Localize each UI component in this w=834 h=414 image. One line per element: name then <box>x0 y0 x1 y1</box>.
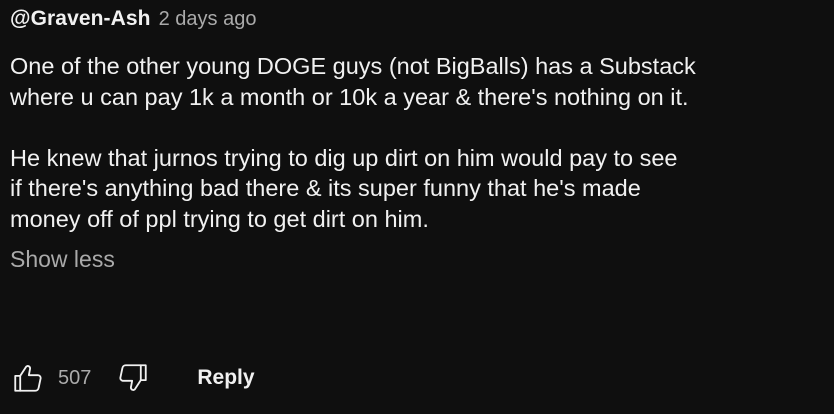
comment-line: He knew that jurnos trying to dig up dir… <box>10 144 678 171</box>
show-less-button[interactable]: Show less <box>10 246 115 273</box>
comment-header: @Graven-Ash 2 days ago <box>10 7 824 39</box>
thumbs-up-icon <box>14 365 42 392</box>
comment: @Graven-Ash 2 days ago One of the other … <box>0 0 834 414</box>
comment-paragraph: One of the other young DOGE guys (not Bi… <box>10 51 824 112</box>
comment-paragraph: He knew that jurnos trying to dig up dir… <box>10 143 824 235</box>
comment-line: money off of ppl trying to get dirt on h… <box>10 205 429 232</box>
dislike-button[interactable] <box>113 358 153 398</box>
like-count: 507 <box>58 366 92 389</box>
comment-body: One of the other young DOGE guys (not Bi… <box>10 51 824 234</box>
thumbs-down-icon <box>119 364 148 391</box>
reply-button[interactable]: Reply <box>197 366 254 390</box>
like-button[interactable] <box>8 358 48 398</box>
author-name[interactable]: @Graven-Ash <box>10 7 151 31</box>
comment-line: One of the other young DOGE guys (not Bi… <box>10 53 696 79</box>
comment-timestamp[interactable]: 2 days ago <box>159 8 257 31</box>
comment-line: if there's anything bad there & its supe… <box>10 175 641 201</box>
comment-line: where u can pay 1k a month or 10k a year… <box>10 83 689 110</box>
comment-actions: 507 Reply <box>8 356 255 400</box>
